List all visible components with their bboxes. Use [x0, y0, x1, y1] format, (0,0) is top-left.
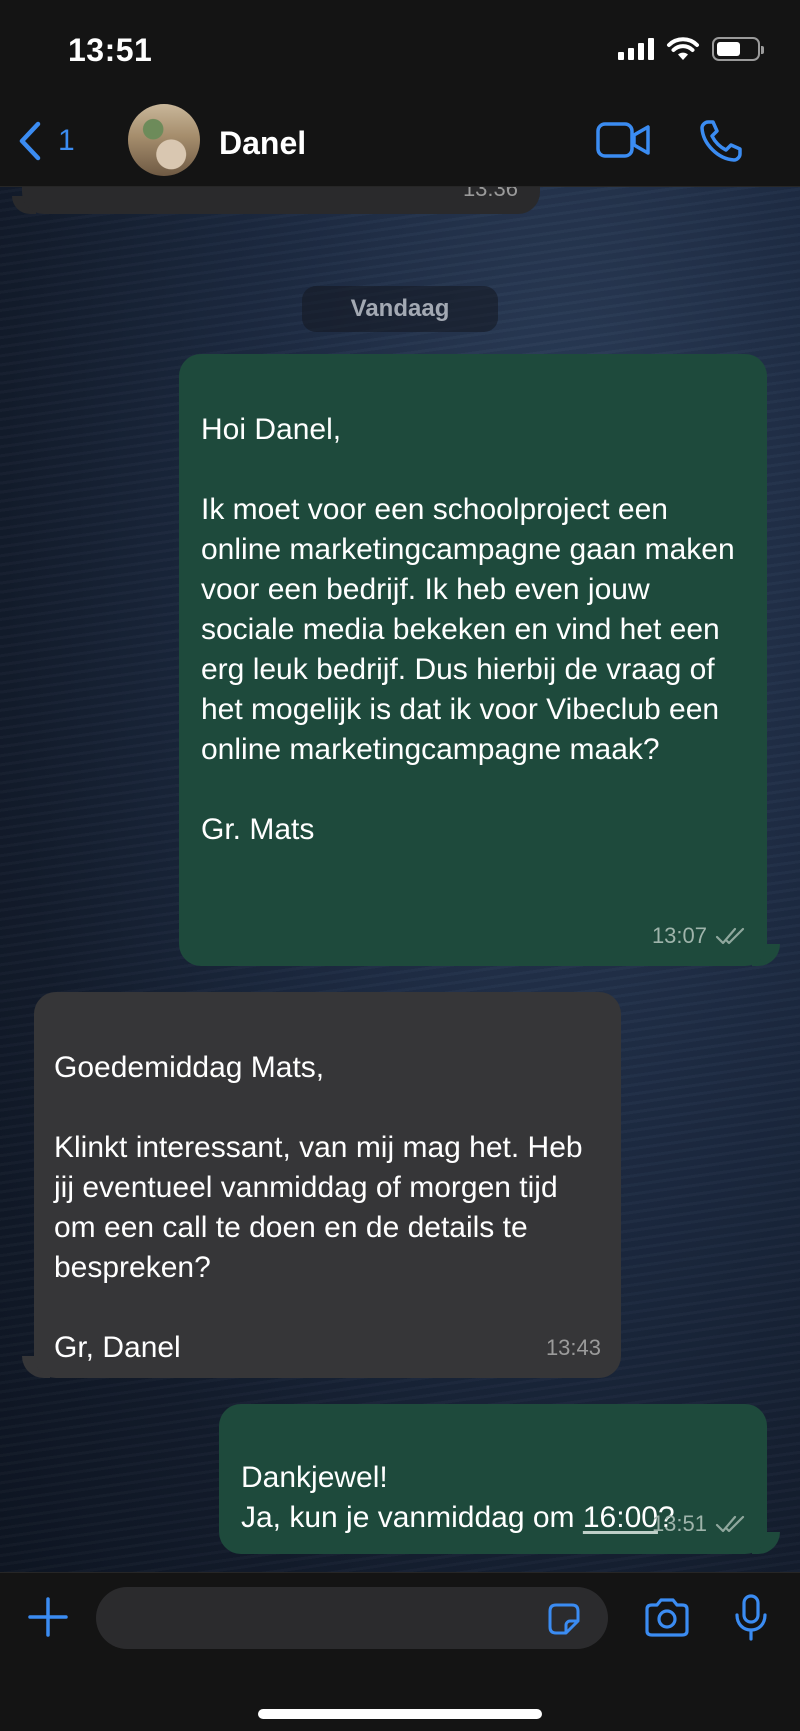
message-outgoing[interactable]: Hoi Danel, Ik moet voor een schoolprojec… — [179, 354, 767, 966]
message-text: Goedemiddag Mats, Klinkt interessant, va… — [54, 1051, 583, 1364]
message-outgoing[interactable]: Dankjewel! Ja, kun je vanmiddag om 16:00… — [219, 1404, 767, 1554]
phone-call-button[interactable] — [698, 118, 744, 164]
camera-icon[interactable] — [643, 1597, 691, 1639]
message-text: Hoi Danel, Ik moet voor een schoolprojec… — [201, 413, 735, 846]
message-time: 13:51 — [651, 1511, 707, 1536]
status-icons — [618, 36, 764, 62]
wifi-icon — [667, 37, 699, 60]
home-indicator[interactable] — [258, 1709, 542, 1719]
message-meta: 13:43 — [546, 1328, 601, 1368]
cellular-signal-icon — [618, 38, 654, 60]
message-incoming[interactable]: Goedemiddag Mats, Klinkt interessant, va… — [34, 992, 621, 1378]
sticker-icon[interactable] — [544, 1599, 584, 1639]
message-time: 13:43 — [545, 1335, 601, 1360]
battery-icon — [712, 37, 764, 61]
video-call-button[interactable] — [596, 120, 652, 160]
double-check-icon — [715, 927, 745, 945]
back-button[interactable]: 1 — [16, 120, 75, 162]
composer-bar — [0, 1572, 800, 1731]
day-separator: Vandaag — [302, 286, 498, 332]
microphone-icon[interactable] — [733, 1593, 769, 1643]
contact-avatar[interactable] — [128, 104, 200, 176]
contact-name[interactable]: Danel — [219, 125, 306, 162]
message-meta: 13:51 — [652, 1504, 747, 1544]
plus-icon[interactable] — [26, 1595, 70, 1639]
unread-count: 1 — [58, 124, 75, 157]
time-link[interactable]: 16:00 — [583, 1501, 658, 1534]
chevron-left-icon — [19, 121, 41, 161]
status-time: 13:51 — [68, 32, 153, 68]
message-time: 13:07 — [651, 923, 707, 948]
chat-screen: 13:36 13:51 1 Danel Vandaag Hoi Danel, I… — [0, 0, 800, 1731]
top-bar: 13:51 1 Danel — [0, 0, 800, 187]
double-check-icon — [715, 1515, 745, 1533]
message-input[interactable] — [96, 1587, 608, 1649]
message-line-prefix: Ja, kun je vanmiddag om — [241, 1501, 583, 1534]
message-meta: 13:07 — [652, 916, 747, 956]
battery-level — [717, 42, 740, 56]
message-line: Dankjewel! — [241, 1461, 388, 1494]
